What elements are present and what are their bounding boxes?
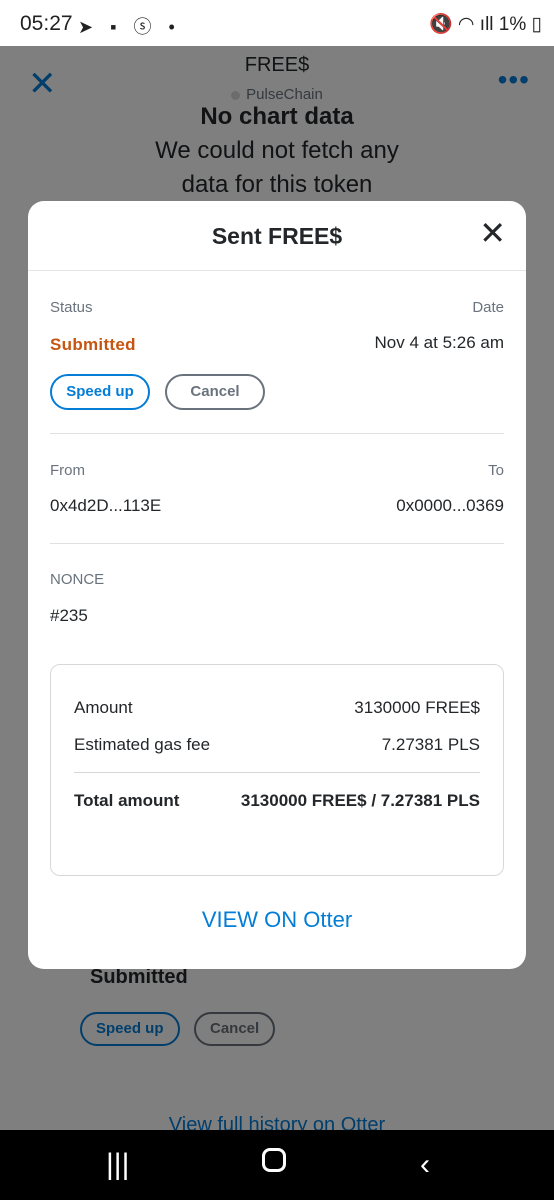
amount-label: Amount [74, 698, 133, 717]
date-value: Nov 4 at 5:26 am [374, 333, 504, 352]
close-icon[interactable]: ✕ [479, 215, 506, 251]
gas-fee-value: 7.27381 PLS [381, 735, 480, 754]
total-value: 3130000 FREE$ / 7.27381 PLS [240, 791, 480, 810]
nonce-label: NONCE [50, 571, 105, 588]
cancel-button[interactable]: Cancel [165, 374, 265, 410]
summary-divider [74, 772, 480, 773]
transaction-details-modal: Sent FREE$ ✕ Status Date Submitted Nov 4… [28, 201, 526, 969]
status-label: Status [50, 299, 93, 316]
system-nav-bar: ||| ‹ [0, 1130, 554, 1200]
to-label: To [488, 462, 504, 479]
total-row: Total amount 3130000 FREE$ / 7.27381 PLS [74, 791, 480, 811]
system-icons: 🔇 ◠ ıll 1% ▯ [429, 14, 542, 35]
back-icon[interactable]: ‹ [420, 1148, 430, 1182]
gas-fee-label: Estimated gas fee [74, 735, 211, 754]
amount-value: 3130000 FREE$ [354, 698, 480, 717]
status-badge: Submitted [50, 335, 136, 354]
divider [50, 543, 504, 544]
gas-fee-row: Estimated gas fee 7.27381 PLS [74, 735, 480, 755]
total-label: Total amount [74, 791, 180, 810]
date-label: Date [472, 299, 504, 316]
from-label: From [50, 462, 85, 479]
modal-title: Sent FREE$ [211, 223, 343, 249]
home-icon[interactable] [262, 1148, 286, 1172]
speed-up-button[interactable]: Speed up [50, 374, 150, 410]
divider [50, 433, 504, 434]
from-address[interactable]: 0x4d2D...113E [50, 496, 161, 516]
amount-summary-card: Amount 3130000 FREE$ Estimated gas fee 7… [50, 664, 504, 876]
to-address[interactable]: 0x0000...0369 [396, 496, 504, 516]
notification-icons: ➤ ▪ ⓢ • [78, 17, 181, 37]
recent-apps-icon[interactable]: ||| [106, 1148, 129, 1182]
nonce-value: #235 [50, 606, 88, 625]
amount-row: Amount 3130000 FREE$ [74, 698, 480, 718]
modal-header: Sent FREE$ ✕ [28, 201, 526, 271]
clock: 05:27 [20, 12, 73, 35]
system-status-bar: 05:27 ➤ ▪ ⓢ • 🔇 ◠ ıll 1% ▯ [0, 0, 554, 46]
view-on-explorer-link[interactable]: VIEW ON Otter [28, 907, 526, 933]
